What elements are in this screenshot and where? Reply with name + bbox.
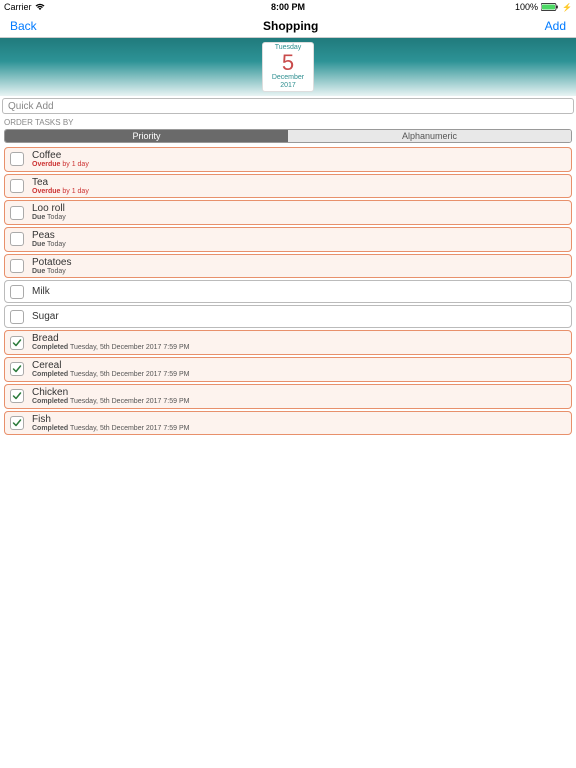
task-checkbox[interactable] <box>10 179 24 193</box>
task-name: Cereal <box>32 360 189 371</box>
page-title: Shopping <box>263 19 318 33</box>
segmented-control: Priority Alphanumeric <box>4 129 572 143</box>
task-row[interactable]: FishCompleted Tuesday, 5th December 2017… <box>4 411 572 436</box>
add-button[interactable]: Add <box>545 19 566 33</box>
battery-pct: 100% <box>515 2 538 12</box>
charging-icon: ⚡ <box>562 3 572 12</box>
task-content: Sugar <box>32 311 59 322</box>
task-content: FishCompleted Tuesday, 5th December 2017… <box>32 414 189 433</box>
battery-icon <box>541 3 559 11</box>
task-content: CerealCompleted Tuesday, 5th December 20… <box>32 360 189 379</box>
date-year: 2017 <box>280 82 296 90</box>
task-name: Fish <box>32 414 189 425</box>
task-subtext: Completed Tuesday, 5th December 2017 7:5… <box>32 398 189 406</box>
status-time: 8:00 PM <box>271 2 305 12</box>
nav-bar: Back Shopping Add <box>0 14 576 38</box>
status-bar: Carrier 8:00 PM 100% ⚡ <box>0 0 576 14</box>
task-subtext: Due Today <box>32 268 71 276</box>
carrier-label: Carrier <box>4 2 32 12</box>
tab-priority[interactable]: Priority <box>5 130 288 142</box>
task-name: Milk <box>32 286 50 297</box>
task-content: Milk <box>32 286 50 297</box>
date-day: 5 <box>282 52 294 74</box>
order-tasks-label: ORDER TASKS BY <box>0 116 576 129</box>
task-subtext: Completed Tuesday, 5th December 2017 7:5… <box>32 344 189 352</box>
task-list: CoffeeOverdue by 1 dayTeaOverdue by 1 da… <box>0 147 576 435</box>
task-checkbox[interactable] <box>10 389 24 403</box>
task-subtext: Completed Tuesday, 5th December 2017 7:5… <box>32 425 189 433</box>
task-row[interactable]: Sugar <box>4 305 572 328</box>
quick-add-placeholder: Quick Add <box>8 101 54 112</box>
task-checkbox[interactable] <box>10 416 24 430</box>
task-checkbox[interactable] <box>10 152 24 166</box>
task-row[interactable]: PotatoesDue Today <box>4 254 572 279</box>
task-name: Chicken <box>32 387 189 398</box>
task-subtext: Overdue by 1 day <box>32 188 89 196</box>
task-name: Sugar <box>32 311 59 322</box>
task-checkbox[interactable] <box>10 259 24 273</box>
back-button[interactable]: Back <box>10 19 37 33</box>
task-name: Bread <box>32 333 189 344</box>
task-checkbox[interactable] <box>10 285 24 299</box>
quick-add-input[interactable]: Quick Add <box>2 98 574 114</box>
task-subtext: Due Today <box>32 214 66 222</box>
wifi-icon <box>35 3 45 11</box>
task-content: BreadCompleted Tuesday, 5th December 201… <box>32 333 189 352</box>
task-subtext: Due Today <box>32 241 66 249</box>
header-band: Tuesday 5 December 2017 <box>0 38 576 96</box>
task-checkbox[interactable] <box>10 336 24 350</box>
task-content: PotatoesDue Today <box>32 257 71 276</box>
date-month: December <box>272 74 304 82</box>
task-name: Loo roll <box>32 203 66 214</box>
task-row[interactable]: CoffeeOverdue by 1 day <box>4 147 572 172</box>
task-row[interactable]: Milk <box>4 280 572 303</box>
task-name: Coffee <box>32 150 89 161</box>
task-row[interactable]: Loo rollDue Today <box>4 200 572 225</box>
task-row[interactable]: ChickenCompleted Tuesday, 5th December 2… <box>4 384 572 409</box>
task-content: PeasDue Today <box>32 230 66 249</box>
task-checkbox[interactable] <box>10 310 24 324</box>
task-checkbox[interactable] <box>10 206 24 220</box>
task-content: CoffeeOverdue by 1 day <box>32 150 89 169</box>
task-content: TeaOverdue by 1 day <box>32 177 89 196</box>
task-checkbox[interactable] <box>10 232 24 246</box>
tab-alphanumeric[interactable]: Alphanumeric <box>288 130 571 142</box>
task-row[interactable]: TeaOverdue by 1 day <box>4 174 572 199</box>
task-row[interactable]: PeasDue Today <box>4 227 572 252</box>
task-row[interactable]: CerealCompleted Tuesday, 5th December 20… <box>4 357 572 382</box>
date-card[interactable]: Tuesday 5 December 2017 <box>262 42 314 92</box>
task-subtext: Completed Tuesday, 5th December 2017 7:5… <box>32 371 189 379</box>
task-subtext: Overdue by 1 day <box>32 161 89 169</box>
task-name: Peas <box>32 230 66 241</box>
task-checkbox[interactable] <box>10 362 24 376</box>
task-name: Potatoes <box>32 257 71 268</box>
task-name: Tea <box>32 177 89 188</box>
task-row[interactable]: BreadCompleted Tuesday, 5th December 201… <box>4 330 572 355</box>
task-content: Loo rollDue Today <box>32 203 66 222</box>
task-content: ChickenCompleted Tuesday, 5th December 2… <box>32 387 189 406</box>
